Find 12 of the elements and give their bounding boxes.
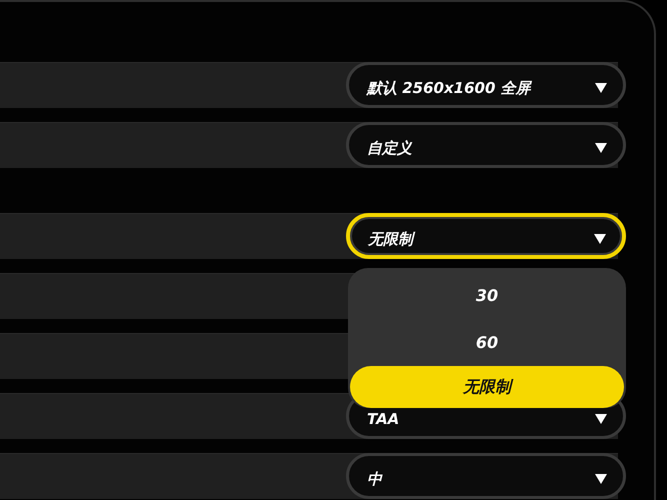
caret-icon bbox=[595, 474, 607, 484]
caret-icon bbox=[595, 83, 607, 93]
caret-icon bbox=[595, 143, 607, 153]
caret-icon bbox=[594, 234, 606, 244]
caret-icon bbox=[595, 414, 607, 424]
dropdown[interactable]: 中 bbox=[346, 453, 626, 499]
menu-option[interactable]: 30 bbox=[350, 272, 624, 319]
dropdown[interactable]: 自定义 bbox=[346, 122, 626, 168]
menu-option[interactable]: 无限制 bbox=[350, 366, 624, 408]
menu-option[interactable]: 60 bbox=[350, 319, 624, 366]
dropdown[interactable]: 默认 2560x1600 全屏 bbox=[346, 62, 626, 108]
dropdown[interactable]: 无限制 bbox=[346, 213, 626, 259]
